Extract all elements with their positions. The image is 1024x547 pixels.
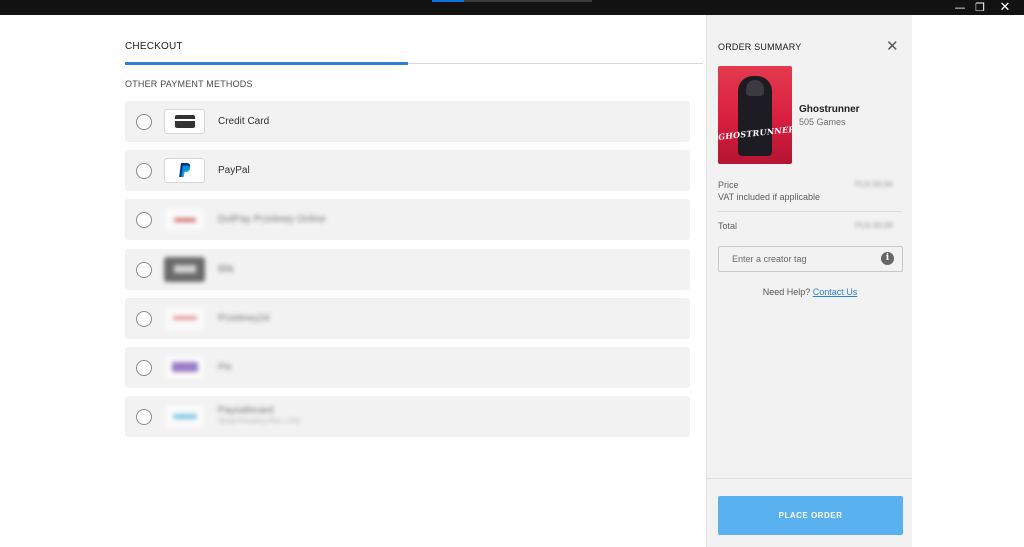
pix-icon	[164, 354, 205, 380]
background-margin	[912, 15, 1024, 547]
total-label: Total	[718, 221, 738, 231]
blik-icon	[164, 256, 205, 282]
checkout-panel: CHECKOUT OTHER PAYMENT METHODS Credit Ca…	[0, 15, 706, 547]
loading-indicator	[432, 0, 592, 2]
payment-method-blik[interactable]: Blik	[125, 248, 690, 290]
vat-label: VAT included if applicable	[718, 192, 821, 202]
close-icon[interactable]: ✕	[886, 37, 899, 55]
window-titlebar: — ❐ ✕	[0, 0, 1024, 15]
payment-method-paypal[interactable]: PayPal	[125, 150, 690, 192]
payment-method-paysafecard[interactable]: Paysafecard Nowa Przelewy Plus 1.5%	[125, 396, 690, 438]
place-order-button[interactable]: PLACE ORDER	[718, 496, 903, 535]
window-close-icon[interactable]: ✕	[994, 0, 1016, 15]
payment-method-credit-card[interactable]: Credit Card	[125, 101, 690, 142]
payment-method-label: DotPay Przelewy Online	[218, 214, 326, 226]
tab-checkout[interactable]: CHECKOUT	[125, 41, 183, 52]
dotpay-icon	[164, 207, 205, 233]
section-title: OTHER PAYMENT METHODS	[125, 79, 253, 89]
radio-button[interactable]	[136, 114, 152, 130]
order-summary-title: ORDER SUMMARY	[718, 42, 802, 52]
contact-us-link[interactable]: Contact Us	[813, 287, 858, 297]
maximize-icon[interactable]: ❐	[969, 0, 991, 15]
radio-button[interactable]	[136, 310, 152, 327]
radio-button[interactable]	[136, 261, 152, 278]
payment-method-label: Credit Card	[218, 116, 270, 127]
radio-button[interactable]	[136, 409, 152, 426]
payment-method-label: Pix	[218, 361, 232, 373]
radio-button[interactable]	[136, 212, 152, 229]
payment-method-pix[interactable]: Pix	[125, 346, 690, 388]
radio-button[interactable]	[136, 359, 152, 376]
help-text: Need Help? Contact Us	[707, 287, 913, 297]
payment-method-label: Przelewy24	[218, 312, 270, 324]
price-value: PLN 99,99	[855, 180, 893, 189]
tab-underline	[125, 62, 703, 65]
payment-method-dotpay[interactable]: DotPay Przelewy Online	[125, 199, 690, 241]
credit-card-icon	[164, 109, 205, 134]
divider	[707, 478, 913, 479]
game-publisher: 505 Games	[799, 117, 846, 127]
divider	[718, 211, 902, 212]
payment-method-label: PayPal	[218, 165, 250, 177]
game-title: Ghostrunner	[799, 104, 860, 115]
paypal-icon	[164, 158, 205, 184]
payment-method-list: Credit Card PayPal DotPay Przelewy Onlin…	[125, 101, 690, 445]
minimize-icon[interactable]: —	[949, 0, 971, 15]
przelewy24-icon	[164, 305, 205, 331]
payment-method-label: Blik	[218, 263, 235, 275]
paysafecard-icon	[164, 404, 205, 430]
payment-method-przelewy24[interactable]: Przelewy24	[125, 297, 690, 339]
active-tab-indicator	[125, 62, 408, 65]
total-value: PLN 99,99	[855, 221, 893, 230]
need-help-label: Need Help?	[762, 287, 811, 297]
radio-button[interactable]	[136, 163, 152, 180]
creator-tag-input[interactable]	[718, 246, 903, 272]
payment-method-sublabel: Nowa Przelewy Plus 1.5%	[218, 418, 300, 426]
order-summary-panel: ORDER SUMMARY ✕ GHOSTRUNNER Ghostrunner …	[706, 15, 913, 547]
game-cover-image: GHOSTRUNNER	[718, 66, 792, 164]
price-label: Price	[718, 180, 739, 190]
info-icon[interactable]: i	[881, 252, 894, 265]
payment-method-label: Paysafecard	[218, 405, 274, 417]
